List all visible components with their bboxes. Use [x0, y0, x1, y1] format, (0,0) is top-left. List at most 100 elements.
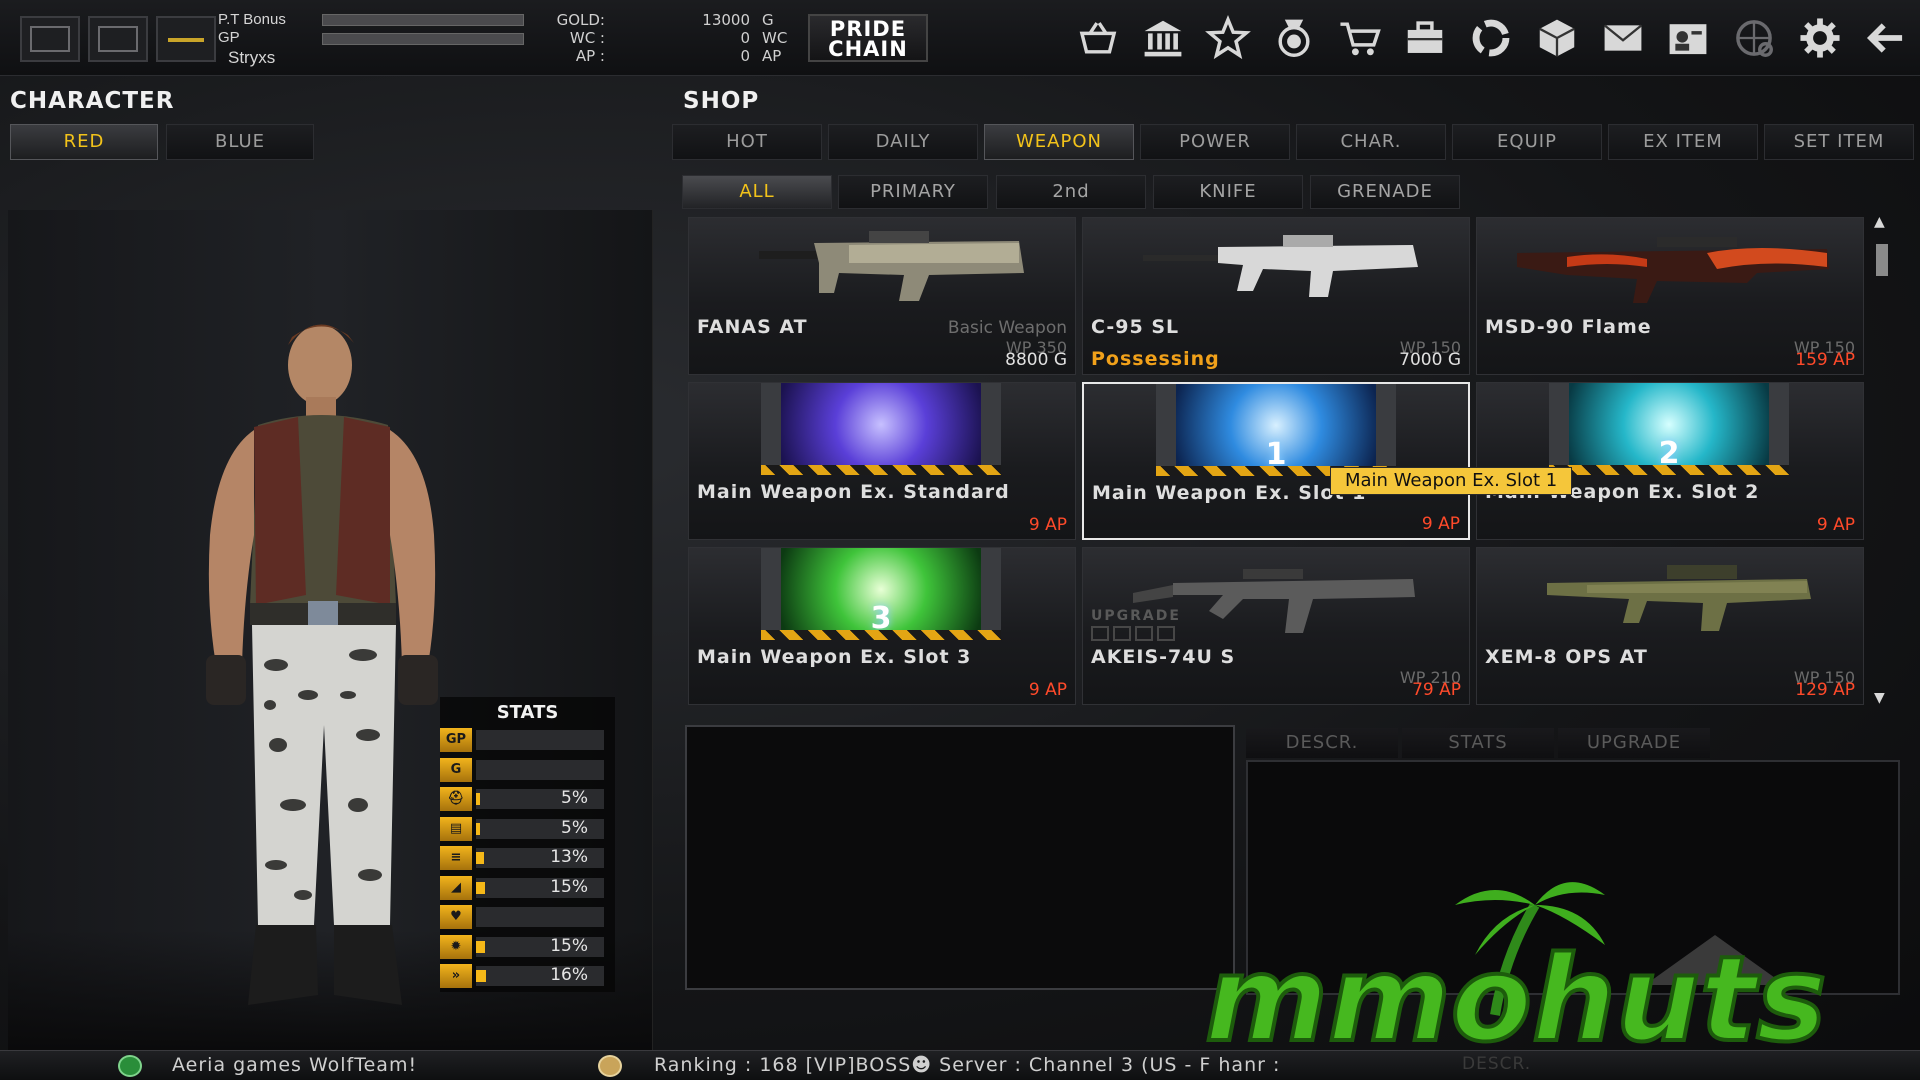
gp-bar: [322, 33, 524, 45]
bank-icon[interactable]: [1135, 10, 1191, 66]
medal-icon[interactable]: [1266, 10, 1322, 66]
item-price: 9 AP: [1028, 680, 1067, 700]
upgrade-label: UPGRADE: [1091, 608, 1181, 624]
mail-icon[interactable]: [1595, 10, 1651, 66]
shop-item-ex-slot-3[interactable]: 3 Main Weapon Ex. Slot 3 9 AP: [688, 547, 1076, 705]
rifle-image: [1517, 237, 1829, 303]
stat-value: 15%: [550, 876, 588, 897]
scroll-down-arrow-icon[interactable]: ▼: [1874, 690, 1885, 706]
box-icon[interactable]: [1529, 10, 1585, 66]
subtab-primary[interactable]: PRIMARY: [838, 175, 988, 209]
stat-row: ✹ 15%: [440, 934, 615, 959]
tab-daily[interactable]: DAILY: [828, 124, 978, 160]
briefcase-icon[interactable]: [1397, 10, 1453, 66]
subtab-knife[interactable]: KNIFE: [1153, 175, 1303, 209]
stat-track: [476, 730, 604, 750]
scroll-up-arrow-icon[interactable]: ▲: [1874, 214, 1885, 230]
boot-icon: ◢: [440, 875, 472, 900]
wc-value: 0: [740, 29, 750, 47]
tab-ex-item[interactable]: EX ITEM: [1608, 124, 1758, 160]
tab-upgrade[interactable]: UPGRADE: [1558, 728, 1710, 758]
gold-value: 13000: [702, 11, 750, 29]
stat-fill: [476, 881, 485, 894]
stat-track: [476, 907, 604, 927]
subtab-all[interactable]: ALL: [682, 175, 832, 209]
profile-icon[interactable]: [1660, 10, 1716, 66]
stat-row: ◢ 15%: [440, 875, 615, 900]
item-name: FANAS AT: [697, 316, 808, 338]
item-price: 9 AP: [1028, 515, 1067, 535]
emblem-icon: [98, 26, 138, 52]
stat-value: 16%: [550, 965, 588, 985]
gear-icon[interactable]: [1792, 10, 1848, 66]
recycle-icon[interactable]: [1463, 10, 1519, 66]
shop-item-ex-standard[interactable]: Main Weapon Ex. Standard 9 AP: [688, 382, 1076, 540]
faded-descr-label: DESCR.: [1462, 1054, 1532, 1074]
shop-item-fanas-at[interactable]: FANAS AT Basic Weapon WP 350 8800 G: [688, 217, 1076, 375]
hazard-stripe: [761, 465, 1001, 475]
notepad-button[interactable]: [20, 16, 80, 62]
pt-bonus-label: P.T Bonus: [218, 11, 286, 28]
hazard-stripe: [761, 630, 1001, 640]
wc-unit: WC: [762, 29, 788, 47]
tab-char[interactable]: CHAR.: [1296, 124, 1446, 160]
item-price: 8800 G: [1005, 350, 1067, 370]
globe-icon[interactable]: [1726, 10, 1782, 66]
g-stat-icon: G: [440, 757, 472, 782]
tab-equip[interactable]: EQUIP: [1452, 124, 1602, 160]
tab-red[interactable]: RED: [10, 124, 158, 160]
upgrade-slot: [1113, 626, 1131, 641]
shop-item-akeis-74u-s[interactable]: UPGRADE AKEIS-74U S WP 210 79 AP: [1082, 547, 1470, 705]
item-price: 159 AP: [1795, 350, 1855, 370]
clan-emblem-button[interactable]: [88, 16, 148, 62]
rank-button[interactable]: [156, 16, 216, 62]
tab-stats[interactable]: STATS: [1402, 728, 1554, 758]
possessing-label: Possessing: [1091, 348, 1220, 370]
gold-unit: G: [762, 11, 774, 29]
subtab-2nd[interactable]: 2nd: [996, 175, 1146, 209]
clock-icon: [118, 1055, 142, 1077]
shop-item-ex-slot-1[interactable]: 1 Main Weapon Ex. Slot 1 9 AP: [1082, 382, 1470, 540]
ex-slot-image: 3: [761, 548, 1001, 640]
tab-power[interactable]: POWER: [1140, 124, 1290, 160]
item-tooltip: Main Weapon Ex. Slot 1: [1330, 467, 1573, 495]
tab-blue[interactable]: BLUE: [166, 124, 314, 160]
star-icon[interactable]: [1200, 10, 1256, 66]
stat-fill: [476, 822, 480, 835]
shop-item-msd90-flame[interactable]: MSD-90 Flame WP 150 159 AP: [1476, 217, 1864, 375]
tab-set-item[interactable]: SET ITEM: [1764, 124, 1914, 160]
basket-icon[interactable]: [1070, 10, 1126, 66]
scrollbar-thumb[interactable]: [1876, 244, 1888, 276]
stat-row: » 16%: [440, 964, 615, 988]
burst-icon: ✹: [440, 934, 472, 959]
rifle-image: [759, 231, 1024, 301]
rifle-image: [1547, 565, 1811, 631]
chain-label: CHAIN: [828, 37, 908, 61]
stat-row: ♥: [440, 905, 615, 929]
stat-row: ▤ 5%: [440, 816, 615, 841]
item-name: Main Weapon Ex. Slot 3: [697, 646, 972, 668]
tab-hot[interactable]: HOT: [672, 124, 822, 160]
speed-icon: »: [440, 964, 472, 988]
tab-weapon[interactable]: WEAPON: [984, 124, 1134, 160]
stat-row: G: [440, 757, 615, 782]
upgrade-slot: [1091, 626, 1109, 641]
upgrade-slot: [1157, 626, 1175, 641]
cart-icon[interactable]: [1332, 10, 1388, 66]
stat-fill: [476, 793, 480, 805]
back-arrow-icon[interactable]: [1858, 10, 1914, 66]
item-price: 129 AP: [1795, 680, 1855, 700]
shop-item-xem8-ops-at[interactable]: XEM-8 OPS AT WP 150 129 AP: [1476, 547, 1864, 705]
shop-item-c95-sl[interactable]: C-95 SL WP 150 Possessing 7000 G: [1082, 217, 1470, 375]
shop-item-ex-slot-2[interactable]: 2 Main Weapon Ex. Slot 2 9 AP: [1476, 382, 1864, 540]
ranking-server-info: Ranking : 168 [VIP]BOSS☻ Server : Channe…: [654, 1054, 1281, 1076]
stat-fill: [476, 940, 485, 953]
tab-descr[interactable]: DESCR.: [1246, 728, 1398, 758]
mmohuts-logo: mmohuts: [1205, 882, 1829, 1050]
stat-row: ≡ 13%: [440, 846, 615, 870]
item-tag: Basic Weapon: [947, 318, 1067, 338]
subtab-grenade[interactable]: GRENADE: [1310, 175, 1460, 209]
ap-label: AP :: [575, 47, 605, 65]
pride-chain-button[interactable]: PRIDE CHAIN: [808, 14, 928, 62]
rank-bar-icon: [168, 38, 204, 42]
